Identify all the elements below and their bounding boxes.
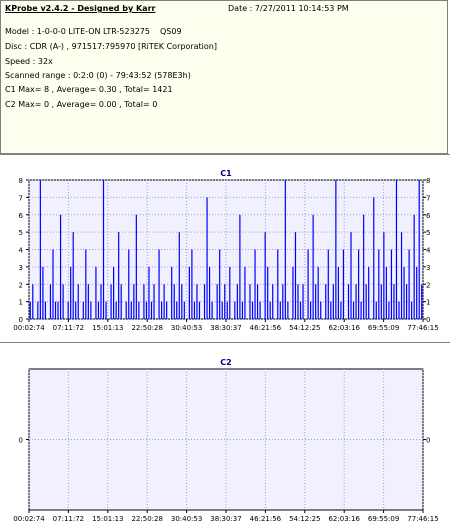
- x-tick-label: 07:11:72: [53, 515, 84, 523]
- y-tick-label-right: 0: [426, 316, 430, 324]
- y-tick-label-right: 7: [426, 194, 430, 202]
- x-tick-label: 62:03:16: [328, 515, 360, 523]
- x-tick-label: 69:55:09: [368, 324, 399, 332]
- x-tick-label: 22:50:28: [131, 515, 162, 523]
- y-tick-label-left: 0: [19, 437, 23, 445]
- c1-chart: C1 0 0 1 1 2 2 3 3 4 4 5 5 6 6 7 7 8 8 00:02:74 07:11:72 15:0…: [13, 169, 438, 332]
- disc-info: Disc : CDR (A-) , 971517:795970 [RiTEK C…: [5, 42, 217, 51]
- x-tick-label: 30:40:53: [171, 515, 202, 523]
- x-tick-label: 07:11:72: [53, 324, 84, 332]
- x-tick-label: 00:02:74: [13, 515, 45, 523]
- x-tick-label: 62:03:16: [328, 324, 360, 332]
- y-tick-label-left: 4: [19, 247, 24, 255]
- y-tick-label-right: 6: [426, 212, 431, 220]
- c2-chart: C2 0 0 00:02:74 07:11:72 15:01:13 22:50:28 30:4…: [13, 358, 438, 523]
- c1-chart-panel: C1 0 0 1 1 2 2 3 3 4 4 5 5 6 6 7 7 8 8 00:02:74 07:11:72 15:0…: [0, 158, 450, 340]
- y-tick-label-right: 8: [426, 177, 430, 185]
- y-tick-label-left: 8: [19, 177, 23, 185]
- x-tick-label: 46:21:56: [250, 324, 282, 332]
- scan-speed: Speed : 32x: [5, 57, 53, 66]
- y-tick-label-left: 3: [19, 264, 23, 272]
- chart-title: C2: [220, 358, 231, 367]
- y-tick-label-right: 4: [426, 247, 431, 255]
- x-tick-label: 38:30:37: [210, 324, 241, 332]
- x-tick-label: 38:30:37: [210, 515, 241, 523]
- chart-title: C1: [220, 169, 232, 178]
- drive-model: Model : 1-0-0-0 LITE-ON LTR-523275: [5, 27, 150, 36]
- drive-model-code: QS09: [160, 27, 182, 36]
- x-tick-label: 30:40:53: [171, 324, 202, 332]
- x-tick-label: 15:01:13: [92, 324, 123, 332]
- y-tick-label-left: 6: [19, 212, 24, 220]
- y-tick-label-right: 5: [426, 229, 430, 237]
- y-tick-label-right: 1: [426, 299, 430, 307]
- separator-top: [0, 154, 450, 155]
- y-tick-label-left: 1: [19, 299, 23, 307]
- y-tick-label-left: 2: [19, 281, 23, 289]
- info-panel: KProbe v2.4.2 - Designed by Karr Date : …: [0, 0, 448, 154]
- c1-stats: C1 Max= 8 , Average= 0.30 , Total= 1421: [5, 85, 173, 94]
- x-tick-label: 22:50:28: [131, 324, 162, 332]
- y-tick-label-right: 0: [426, 437, 430, 445]
- x-tick-label: 54:12:25: [289, 515, 320, 523]
- app-title: KProbe v2.4.2 - Designed by Karr: [5, 4, 156, 13]
- x-tick-label: 54:12:25: [289, 324, 320, 332]
- x-tick-label: 77:46:15: [407, 515, 438, 523]
- y-tick-label-right: 3: [426, 264, 430, 272]
- y-tick-label-left: 7: [19, 194, 23, 202]
- y-tick-label-left: 5: [19, 229, 23, 237]
- x-tick-label: 00:02:74: [13, 324, 45, 332]
- x-tick-label: 46:21:56: [250, 515, 282, 523]
- y-tick-label-right: 2: [426, 281, 430, 289]
- scan-date: Date : 7/27/2011 10:14:53 PM: [228, 4, 349, 13]
- x-tick-label: 69:55:09: [368, 515, 399, 523]
- c2-stats: C2 Max= 0 , Average= 0.00 , Total= 0: [5, 100, 158, 109]
- x-tick-label: 15:01:13: [92, 515, 123, 523]
- x-tick-label: 77:46:15: [407, 324, 438, 332]
- scanned-range: Scanned range : 0:2:0 (0) - 79:43:52 (57…: [5, 71, 191, 80]
- c2-chart-panel: C2 0 0 00:02:74 07:11:72 15:01:13 22:50:28 30:4…: [0, 344, 450, 529]
- separator-middle: [0, 342, 450, 343]
- y-tick-label-left: 0: [19, 316, 23, 324]
